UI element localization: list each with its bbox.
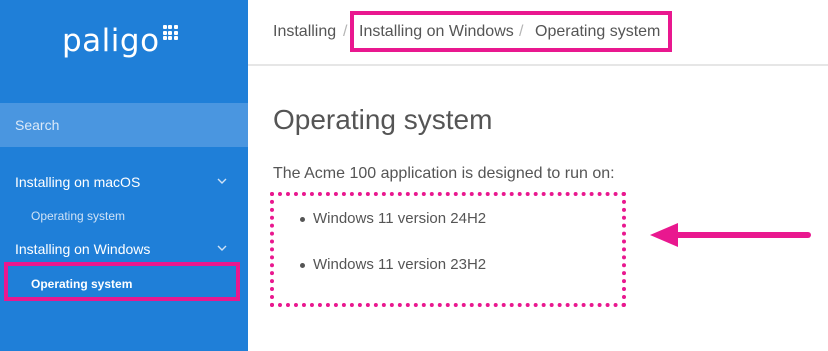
search-placeholder: Search (15, 117, 60, 133)
sidebar-item-installing-macos[interactable]: Installing on macOS (0, 170, 248, 194)
paligo-logo[interactable]: paligo (62, 22, 178, 60)
page-title: Operating system (273, 104, 493, 135)
search-input[interactable]: Search (0, 103, 248, 147)
sidebar-item-label: Installing on Windows (15, 241, 151, 257)
active-item-highlight (4, 262, 240, 301)
list-highlight (270, 192, 626, 307)
sidebar-item-installing-windows[interactable]: Installing on Windows (0, 237, 248, 261)
logo-text: paligo (62, 23, 160, 59)
sidebar-item-macos-operating-system[interactable]: Operating system (0, 204, 248, 228)
intro-text: The Acme 100 application is designed to … (273, 165, 615, 182)
chevron-down-icon[interactable] (217, 243, 227, 253)
breadcrumb-item-installing[interactable]: Installing (273, 23, 336, 41)
arrow-left-icon (650, 223, 811, 247)
sidebar-item-label: Operating system (31, 209, 126, 223)
sidebar-item-label: Installing on macOS (15, 174, 141, 190)
breadcrumb-separator: / (343, 23, 348, 40)
sidebar: paligo Search Installing on macOS Operat… (0, 0, 248, 351)
logo-dots-icon (162, 25, 178, 40)
breadcrumb-highlight (350, 11, 672, 52)
chevron-down-icon[interactable] (217, 176, 227, 186)
